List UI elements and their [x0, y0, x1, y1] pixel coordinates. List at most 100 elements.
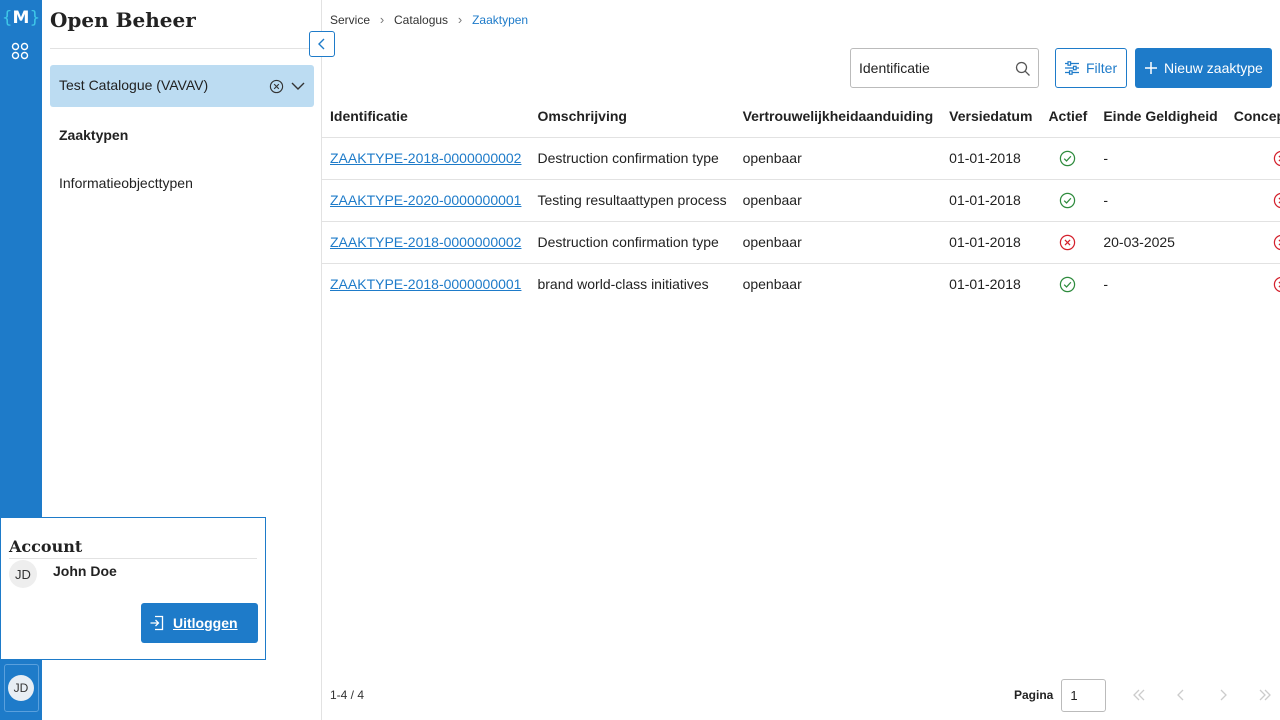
- app-title: Open Beheer: [50, 8, 196, 32]
- chevron-left-icon: [318, 38, 325, 50]
- zaaktype-link[interactable]: ZAAKTYPE-2020-0000000001: [330, 192, 521, 208]
- zaaktype-link[interactable]: ZAAKTYPE-2018-0000000002: [330, 150, 521, 166]
- cell-actief: [1040, 220, 1096, 263]
- main-content: Service › Catalogus › Zaaktypen Filter N…: [322, 0, 1280, 720]
- breadcrumb: Service › Catalogus › Zaaktypen: [330, 12, 528, 27]
- cell-einde-geldigheid: -: [1095, 178, 1226, 221]
- column-header-actief[interactable]: Actief: [1040, 95, 1095, 137]
- page-label: Pagina: [1014, 688, 1054, 702]
- cell-concept: [1225, 178, 1280, 221]
- next-page-button[interactable]: [1206, 678, 1240, 712]
- cell-vertrouwelijkheid: openbaar: [734, 262, 942, 305]
- x-circle-icon: [1273, 234, 1280, 250]
- page-number-input[interactable]: 1: [1061, 678, 1107, 712]
- app-logo[interactable]: {M}: [2, 4, 41, 32]
- cell-omschrijving: Testing resultaattypen process: [529, 178, 735, 221]
- search-icon[interactable]: [1015, 61, 1031, 77]
- cell-identificatie: ZAAKTYPE-2018-0000000001: [322, 262, 530, 305]
- column-header-omschrijving[interactable]: Omschrijving: [529, 95, 734, 137]
- cell-vertrouwelijkheid: openbaar: [734, 178, 942, 221]
- circle-x-icon[interactable]: [269, 79, 284, 94]
- chevron-right-icon: [1220, 689, 1228, 701]
- logout-label: Uitloggen: [173, 615, 238, 631]
- catalog-select[interactable]: Test Catalogue (VAVAV): [50, 65, 314, 107]
- logout-button[interactable]: Uitloggen: [141, 603, 258, 643]
- cell-actief: [1040, 136, 1096, 179]
- cell-actief: [1040, 178, 1096, 221]
- cell-versiedatum: 01-01-2018: [941, 262, 1041, 305]
- apps-grid-icon[interactable]: [11, 42, 29, 60]
- cell-omschrijving: Destruction confirmation type: [529, 220, 735, 263]
- filter-button[interactable]: Filter: [1055, 48, 1127, 88]
- column-header-concept[interactable]: Concept: [1226, 95, 1280, 137]
- avatar[interactable]: JD: [8, 675, 34, 701]
- zaaktypen-table: Identificatie Omschrijving Vertrouwelijk…: [322, 95, 1280, 305]
- cell-omschrijving: brand world-class initiatives: [529, 262, 735, 305]
- cell-vertrouwelijkheid: openbaar: [734, 220, 942, 263]
- breadcrumb-zaaktypen[interactable]: Zaaktypen: [472, 13, 528, 27]
- breadcrumb-service[interactable]: Service: [330, 13, 370, 27]
- new-zaaktype-button[interactable]: Nieuw zaaktype: [1135, 48, 1272, 88]
- chevron-down-icon[interactable]: [290, 78, 306, 94]
- x-circle-icon: [1273, 277, 1280, 293]
- cell-actief: [1040, 262, 1096, 305]
- column-header-einde-geldigheid[interactable]: Einde Geldigheid: [1095, 95, 1225, 137]
- table-row[interactable]: ZAAKTYPE-2018-0000000002 Destruction conf…: [322, 136, 1280, 179]
- account-name: John Doe: [53, 563, 117, 579]
- cell-concept: [1225, 262, 1280, 305]
- table-header-row: Identificatie Omschrijving Vertrouwelijk…: [322, 95, 1280, 137]
- check-circle-icon: [1060, 192, 1076, 209]
- x-circle-icon: [1273, 150, 1280, 166]
- table-row[interactable]: ZAAKTYPE-2018-0000000001 brand world-clas…: [322, 262, 1280, 305]
- table-row[interactable]: ZAAKTYPE-2020-0000000001 Testing resultaa…: [322, 178, 1280, 221]
- last-page-button[interactable]: [1248, 678, 1280, 712]
- chevron-right-icon: ›: [457, 12, 463, 27]
- divider: [50, 48, 322, 49]
- account-title: Account: [9, 537, 83, 556]
- cell-vertrouwelijkheid: openbaar: [734, 136, 942, 179]
- breadcrumb-catalogus[interactable]: Catalogus: [394, 13, 448, 27]
- double-chevron-left-icon: [1133, 689, 1145, 701]
- double-chevron-right-icon: [1259, 689, 1272, 701]
- collapse-sidebar-button[interactable]: [309, 31, 335, 57]
- table-row[interactable]: ZAAKTYPE-2018-0000000002 Destruction conf…: [322, 220, 1280, 263]
- cell-versiedatum: 01-01-2018: [941, 136, 1041, 179]
- column-header-versiedatum[interactable]: Versiedatum: [941, 95, 1040, 137]
- chevron-left-icon: [1177, 689, 1184, 701]
- first-page-button[interactable]: [1122, 678, 1156, 712]
- login-icon: [150, 615, 164, 631]
- avatar: JD: [9, 560, 37, 588]
- cell-einde-geldigheid: -: [1095, 262, 1226, 305]
- search-field[interactable]: [850, 48, 1039, 88]
- cell-einde-geldigheid: -: [1095, 136, 1226, 179]
- check-circle-icon: [1060, 150, 1076, 167]
- catalog-select-value: Test Catalogue (VAVAV): [59, 77, 209, 93]
- account-popup: Account JD John Doe Uitloggen: [0, 517, 266, 660]
- cell-versiedatum: 01-01-2018: [941, 178, 1041, 221]
- filter-label: Filter: [1086, 60, 1118, 76]
- result-count: 1-4 / 4: [330, 688, 365, 702]
- cell-concept: [1225, 220, 1280, 263]
- x-circle-icon: [1060, 234, 1076, 251]
- previous-page-button[interactable]: [1164, 678, 1198, 712]
- sidebar-item-informatieobjecttypen[interactable]: Informatieobjecttypen: [59, 175, 193, 191]
- sidebar-item-zaaktypen[interactable]: Zaaktypen: [59, 127, 128, 143]
- cell-omschrijving: Destruction confirmation type: [529, 136, 735, 179]
- cell-identificatie: ZAAKTYPE-2020-0000000001: [322, 178, 530, 221]
- chevron-right-icon: ›: [379, 12, 385, 27]
- column-header-identificatie[interactable]: Identificatie: [322, 95, 529, 137]
- cell-identificatie: ZAAKTYPE-2018-0000000002: [322, 136, 530, 179]
- pagination: Pagina 1: [1014, 678, 1280, 712]
- plus-icon: [1145, 62, 1157, 74]
- sliders-icon: [1065, 61, 1079, 75]
- cell-einde-geldigheid: 20-03-2025: [1095, 220, 1226, 263]
- check-circle-icon: [1060, 276, 1076, 293]
- cell-concept: [1225, 136, 1280, 179]
- cell-versiedatum: 01-01-2018: [941, 220, 1041, 263]
- zaaktype-link[interactable]: ZAAKTYPE-2018-0000000001: [330, 276, 521, 292]
- cell-identificatie: ZAAKTYPE-2018-0000000002: [322, 220, 530, 263]
- search-input[interactable]: [859, 60, 1009, 76]
- zaaktype-link[interactable]: ZAAKTYPE-2018-0000000002: [330, 234, 521, 250]
- column-header-vertrouwelijkheid[interactable]: Vertrouwelijkheidaanduiding: [735, 95, 942, 137]
- new-zaaktype-label: Nieuw zaaktype: [1164, 60, 1263, 76]
